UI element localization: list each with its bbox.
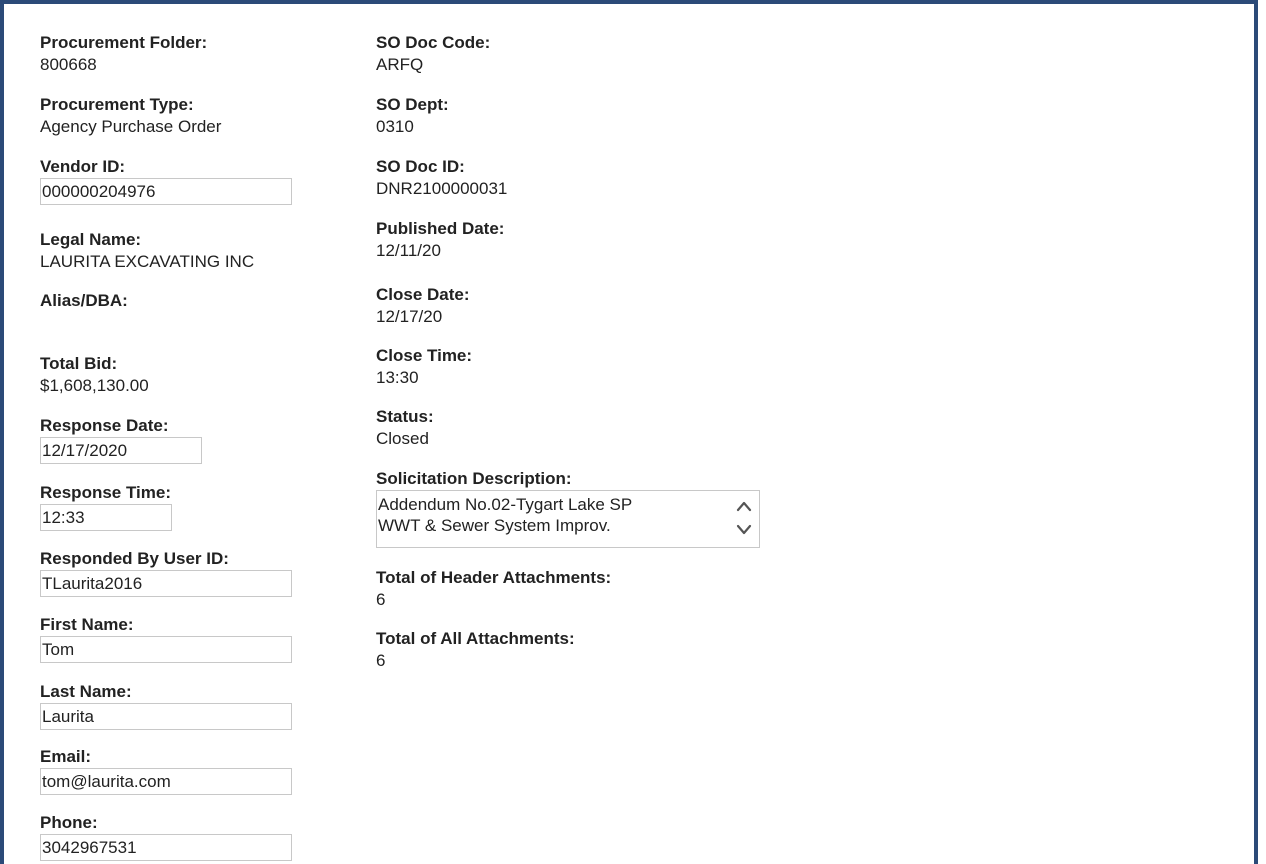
phone-field: Phone: 3042967531 [40,812,292,861]
total-all-attachments-label: Total of All Attachments: [376,629,575,648]
so-doc-code-value: ARFQ [376,55,424,74]
email-field: Email: tom@laurita.com [40,746,292,795]
total-bid-value: $1,608,130.00 [40,376,149,395]
close-date-label: Close Date: [376,285,470,304]
close-date-field: Close Date: 12/17/20 [376,284,470,328]
published-date-value: 12/11/20 [376,241,441,260]
first-name-field: First Name: Tom [40,614,292,663]
total-bid-field: Total Bid: $1,608,130.00 [40,353,149,397]
so-doc-id-value: DNR2100000031 [376,179,508,198]
status-value: Closed [376,429,429,448]
total-bid-label: Total Bid: [40,354,118,373]
last-name-field: Last Name: Laurita [40,681,292,730]
procurement-folder-value: 800668 [40,55,97,74]
email-input[interactable]: tom@laurita.com [40,768,292,795]
status-label: Status: [376,407,434,426]
solicitation-description-textarea[interactable]: Addendum No.02-Tygart Lake SP WWT & Sewe… [376,490,760,548]
legal-name-value: LAURITA EXCAVATING INC [40,252,255,271]
procurement-type-value: Agency Purchase Order [40,117,222,136]
textarea-scrollbar[interactable] [733,494,755,544]
solicitation-description-label: Solicitation Description: [376,469,572,488]
published-date-field: Published Date: 12/11/20 [376,218,504,262]
so-doc-code-label: SO Doc Code: [376,33,491,52]
bid-response-panel: Procurement Folder: 800668 Procurement T… [0,0,1258,864]
phone-label: Phone: [40,813,98,832]
alias-dba-label: Alias/DBA: [40,291,128,310]
solicitation-description-line-2: WWT & Sewer System Improv. [378,516,611,535]
so-doc-id-field: SO Doc ID: DNR2100000031 [376,156,507,200]
responded-by-field: Responded By User ID: TLaurita2016 [40,548,292,597]
responded-by-input[interactable]: TLaurita2016 [40,570,292,597]
total-all-attachments-value: 6 [376,651,386,670]
vendor-id-field: Vendor ID: 000000204976 [40,156,292,205]
response-date-label: Response Date: [40,416,169,435]
response-date-input[interactable]: 12/17/2020 [40,437,202,464]
response-time-input[interactable]: 12:33 [40,504,172,531]
response-time-field: Response Time: 12:33 [40,482,172,531]
response-time-label: Response Time: [40,483,172,502]
procurement-type-field: Procurement Type: Agency Purchase Order [40,94,221,138]
legal-name-field: Legal Name: LAURITA EXCAVATING INC [40,229,254,273]
so-dept-field: SO Dept: 0310 [376,94,449,138]
total-header-attachments-label: Total of Header Attachments: [376,568,612,587]
published-date-label: Published Date: [376,219,505,238]
email-label: Email: [40,747,92,766]
close-date-value: 12/17/20 [376,307,443,326]
so-dept-label: SO Dept: [376,95,449,114]
legal-name-label: Legal Name: [40,230,142,249]
alias-dba-field: Alias/DBA: [40,290,128,312]
solicitation-description-line-1: Addendum No.02-Tygart Lake SP [378,495,633,514]
last-name-label: Last Name: [40,682,132,701]
status-field: Status: Closed [376,406,434,450]
first-name-input[interactable]: Tom [40,636,292,663]
so-dept-value: 0310 [376,117,414,136]
close-time-value: 13:30 [376,368,419,387]
procurement-type-label: Procurement Type: [40,95,194,114]
chevron-down-icon[interactable] [733,519,755,541]
total-header-attachments-field: Total of Header Attachments: 6 [376,567,611,611]
solicitation-description-field: Solicitation Description: Addendum No.02… [376,468,760,548]
vendor-id-label: Vendor ID: [40,157,126,176]
chevron-up-icon[interactable] [733,495,755,517]
vendor-id-input[interactable]: 000000204976 [40,178,292,205]
responded-by-label: Responded By User ID: [40,549,229,568]
first-name-label: First Name: [40,615,134,634]
close-time-field: Close Time: 13:30 [376,345,472,389]
close-time-label: Close Time: [376,346,473,365]
so-doc-code-field: SO Doc Code: ARFQ [376,32,490,76]
response-date-field: Response Date: 12/17/2020 [40,415,202,464]
total-header-attachments-value: 6 [376,590,386,609]
procurement-folder-label: Procurement Folder: [40,33,208,52]
phone-input[interactable]: 3042967531 [40,834,292,861]
procurement-folder-field: Procurement Folder: 800668 [40,32,207,76]
so-doc-id-label: SO Doc ID: [376,157,465,176]
last-name-input[interactable]: Laurita [40,703,292,730]
total-all-attachments-field: Total of All Attachments: 6 [376,628,575,672]
